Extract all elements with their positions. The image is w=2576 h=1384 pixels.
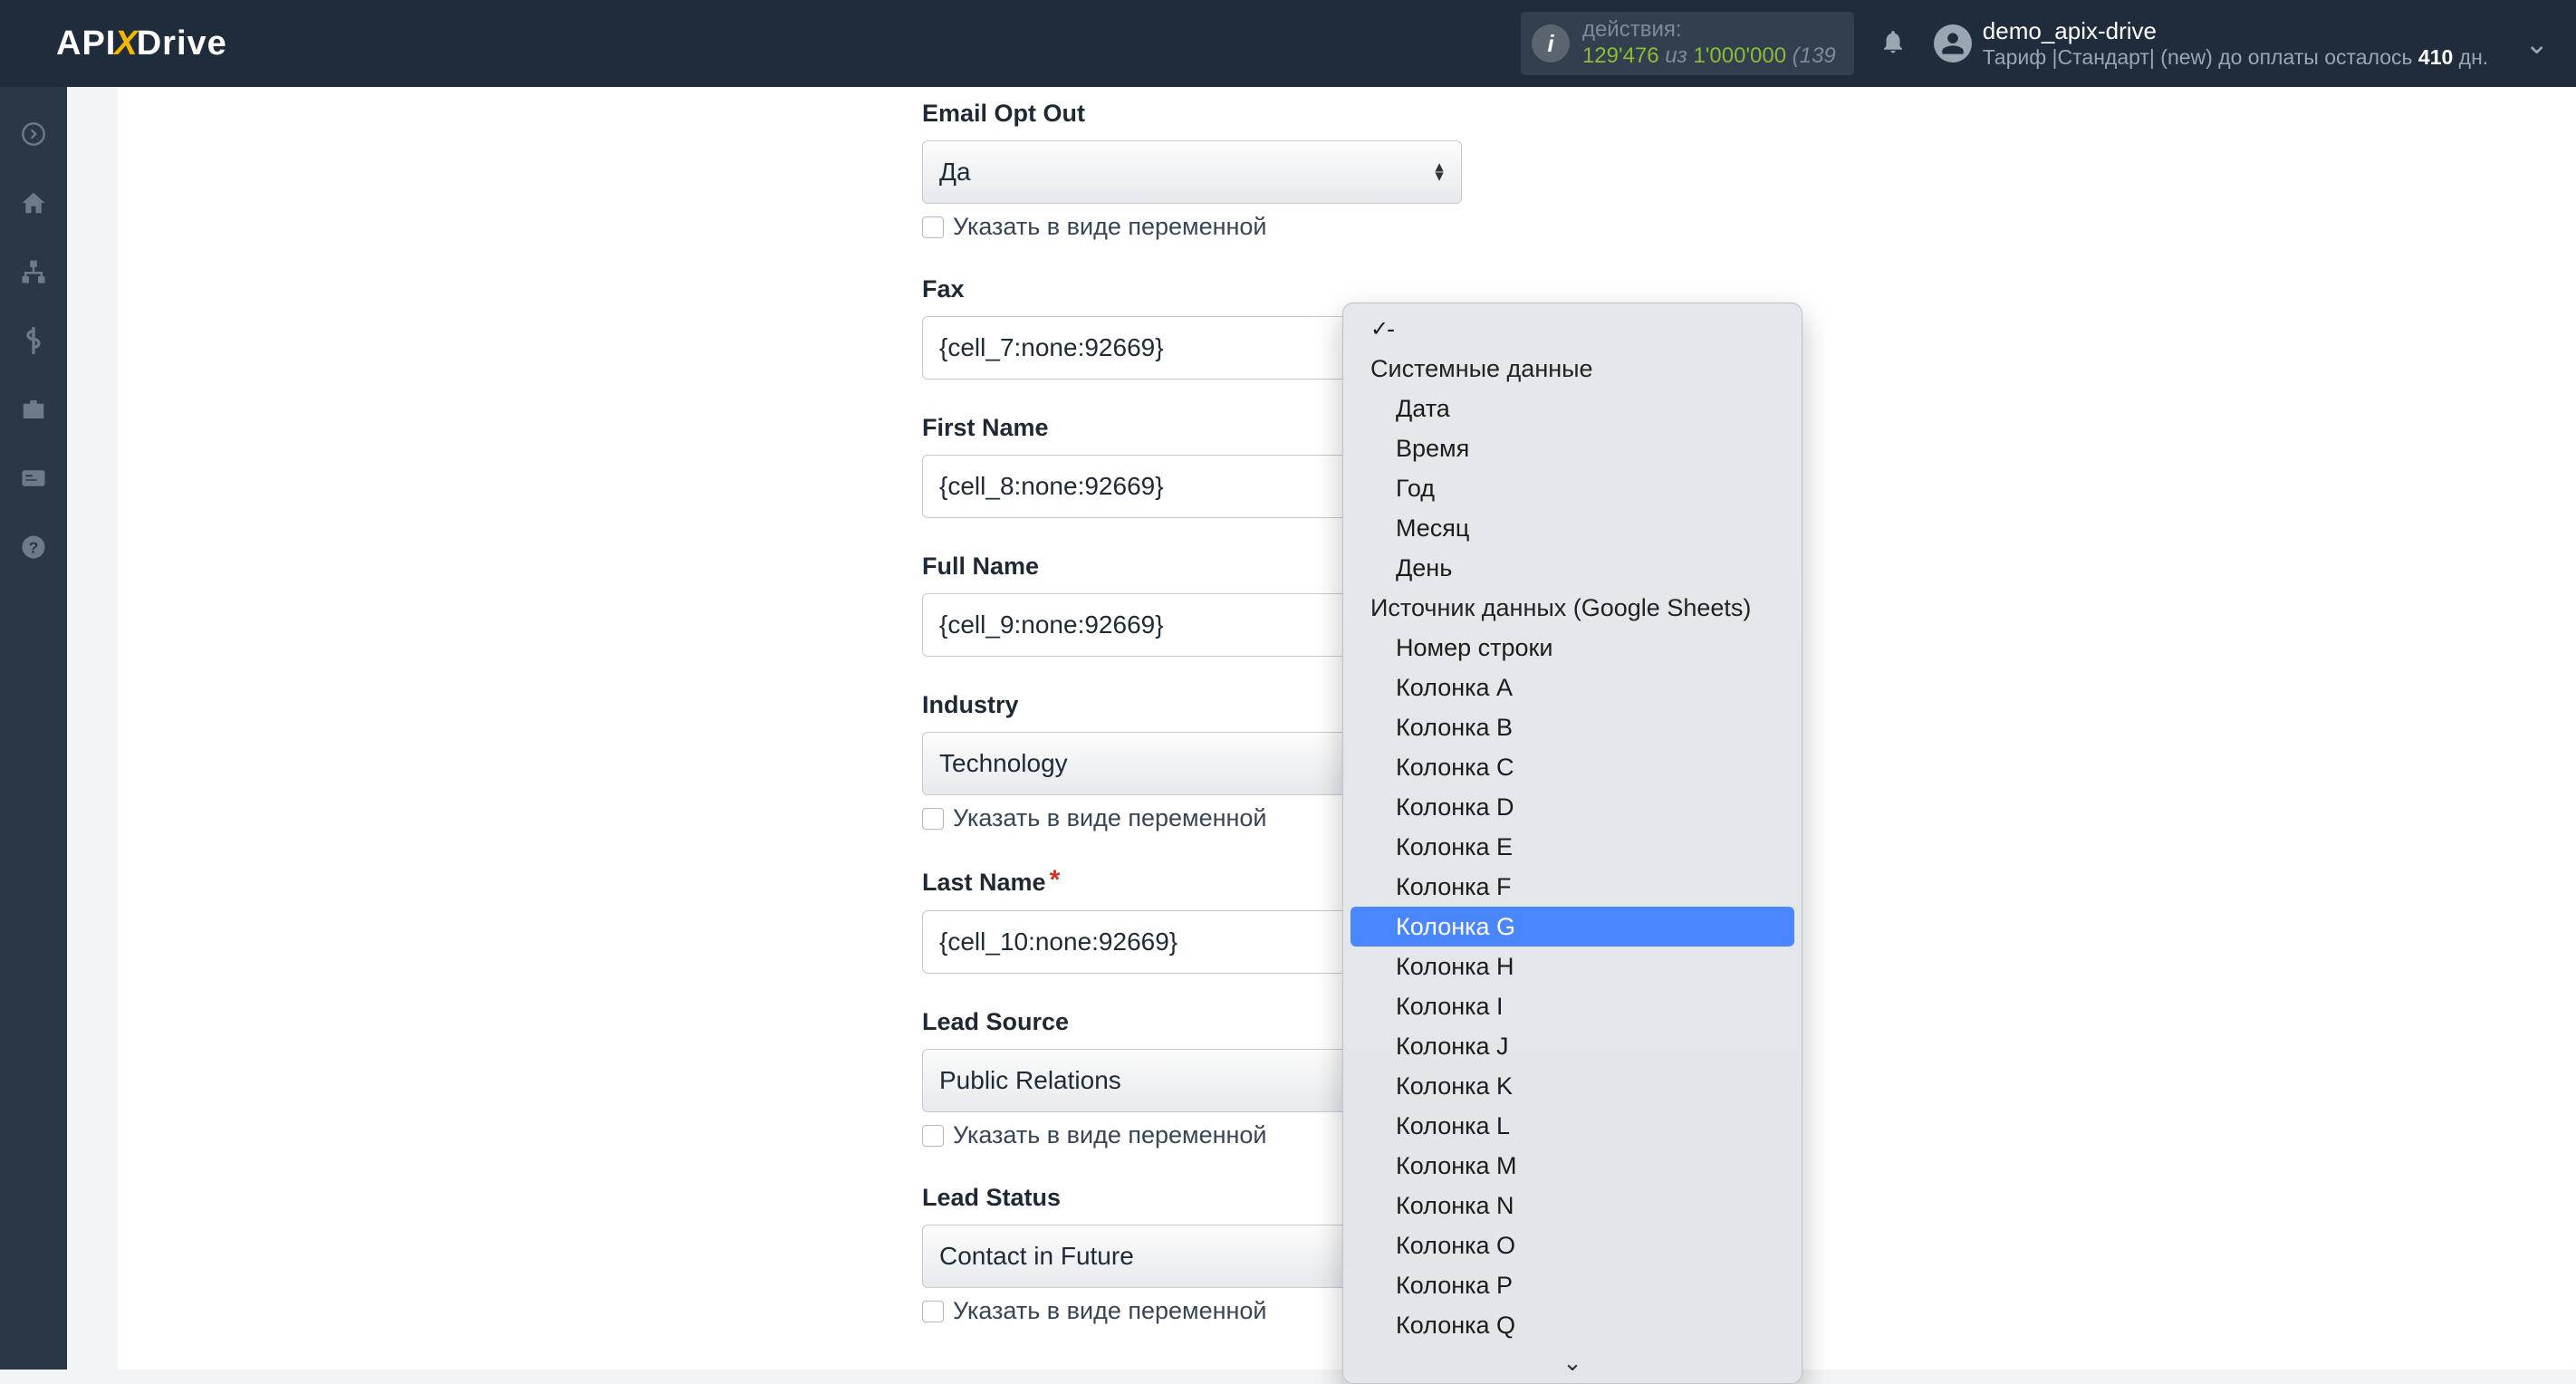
sidebar-connections-icon[interactable] (0, 237, 67, 306)
info-icon: i (1532, 24, 1570, 62)
dd-item-col-b[interactable]: Колонка B (1350, 707, 1794, 747)
sidebar-collapse-icon[interactable] (0, 100, 67, 168)
dd-item-col-i[interactable]: Колонка I (1350, 986, 1794, 1026)
tariff-pre: Тариф |Стандарт| (new) до оплаты осталос… (1983, 45, 2418, 69)
input-value: {cell_7:none:92669} (939, 333, 1164, 362)
logo-post: Drive (137, 24, 227, 63)
select-email-opt-out[interactable]: Да ▲▼ (922, 140, 1462, 204)
dd-item-day[interactable]: День (1350, 548, 1794, 588)
actions-total: 1'000'000 (1693, 43, 1786, 68)
input-value: {cell_9:none:92669} (939, 610, 1164, 639)
tariff-days: 410 (2418, 45, 2453, 69)
dd-item-col-k[interactable]: Колонка K (1350, 1066, 1794, 1106)
dd-item-col-p[interactable]: Колонка P (1350, 1265, 1794, 1305)
sidebar-briefcase-icon[interactable] (0, 375, 67, 444)
checkbox[interactable] (922, 216, 944, 238)
dropdown-more-icon[interactable]: ⌄ (1350, 1349, 1794, 1376)
dd-item-time[interactable]: Время (1350, 428, 1794, 468)
variable-dropdown[interactable]: - Системные данные Дата Время Год Месяц … (1342, 303, 1802, 1384)
checkbox[interactable] (922, 1125, 944, 1147)
select-value: Public Relations (939, 1066, 1121, 1095)
dd-item-col-c[interactable]: Колонка C (1350, 747, 1794, 787)
actions-used: 129'476 (1582, 43, 1659, 68)
select-value: Technology (939, 749, 1068, 778)
actions-label: действия: (1582, 17, 1836, 43)
checkbox[interactable] (922, 808, 944, 830)
dd-item-rownum[interactable]: Номер строки (1350, 628, 1794, 668)
dd-item-year[interactable]: Год (1350, 468, 1794, 508)
actions-open: (139 (1786, 43, 1836, 68)
chevron-down-icon: ⌄ (2524, 26, 2549, 61)
select-value: Да (939, 158, 971, 187)
dd-item-col-j[interactable]: Колонка J (1350, 1026, 1794, 1066)
dd-item-col-e[interactable]: Колонка E (1350, 827, 1794, 867)
field-email-opt-out: Email Opt Out Да ▲▼ Указать в виде перем… (922, 100, 1466, 241)
dd-item-col-d[interactable]: Колонка D (1350, 787, 1794, 827)
dd-item-col-l[interactable]: Колонка L (1350, 1106, 1794, 1146)
avatar (1934, 24, 1972, 62)
dd-item-col-g[interactable]: Колонка G (1350, 907, 1794, 947)
sidebar-home-icon[interactable] (0, 168, 67, 237)
select-value: Contact in Future (939, 1242, 1134, 1271)
sidebar: ? (0, 87, 67, 1370)
actions-text: действия: 129'476 из 1'000'000 (139 (1582, 17, 1836, 70)
required-asterisk: * (1050, 865, 1061, 895)
dd-text: - (1387, 315, 1395, 343)
checkbox[interactable] (922, 1301, 944, 1322)
label-email-opt-out: Email Opt Out (922, 100, 1466, 128)
svg-text:?: ? (29, 538, 39, 556)
sidebar-card-icon[interactable] (0, 444, 67, 513)
updown-icon: ▲▼ (1432, 163, 1447, 180)
dd-item-col-n[interactable]: Колонка N (1350, 1186, 1794, 1225)
checkbox-row[interactable]: Указать в виде переменной (922, 213, 1466, 241)
tariff-line: Тариф |Стандарт| (new) до оплаты осталос… (1983, 45, 2488, 70)
dd-item-month[interactable]: Месяц (1350, 508, 1794, 548)
dd-item-col-m[interactable]: Колонка M (1350, 1146, 1794, 1186)
dd-item-col-o[interactable]: Колонка O (1350, 1225, 1794, 1265)
sidebar-billing-icon[interactable] (0, 306, 67, 375)
topbar: API X Drive i действия: 129'476 из 1'000… (0, 0, 2576, 87)
logo-mid: X (114, 24, 138, 63)
dd-group-source: Источник данных (Google Sheets) (1350, 588, 1794, 628)
checkbox-label: Указать в виде переменной (953, 213, 1267, 241)
topbar-right: i действия: 129'476 из 1'000'000 (139 de… (1521, 0, 2549, 87)
input-value: {cell_8:none:92669} (939, 472, 1164, 501)
dd-item-none[interactable]: - (1350, 309, 1794, 349)
dd-item-date[interactable]: Дата (1350, 389, 1794, 428)
bell-icon[interactable] (1879, 28, 1907, 60)
dd-item-col-a[interactable]: Колонка A (1350, 668, 1794, 707)
checkbox-label: Указать в виде переменной (953, 1121, 1267, 1149)
logo[interactable]: API X Drive (56, 24, 227, 63)
actions-of: из (1659, 43, 1694, 68)
dd-item-col-q[interactable]: Колонка Q (1350, 1305, 1794, 1345)
checkbox-label: Указать в виде переменной (953, 1297, 1267, 1325)
logo-pre: API (56, 24, 116, 63)
dd-item-col-f[interactable]: Колонка F (1350, 867, 1794, 907)
checkbox-label: Указать в виде переменной (953, 804, 1267, 832)
user-menu[interactable]: demo_apix-drive Тариф |Стандарт| (new) д… (1934, 17, 2549, 70)
input-value: {cell_10:none:92669} (939, 927, 1177, 956)
sidebar-help-icon[interactable]: ? (0, 513, 67, 581)
user-text: demo_apix-drive Тариф |Стандарт| (new) д… (1983, 17, 2488, 70)
dd-item-col-h[interactable]: Колонка H (1350, 947, 1794, 986)
label-text: Last Name (922, 869, 1046, 896)
actions-counter[interactable]: i действия: 129'476 из 1'000'000 (139 (1521, 12, 1854, 75)
dd-group-system: Системные данные (1350, 349, 1794, 389)
tariff-suffix: дн. (2453, 45, 2488, 69)
username: demo_apix-drive (1983, 17, 2488, 45)
label-fax: Fax (922, 275, 1466, 303)
